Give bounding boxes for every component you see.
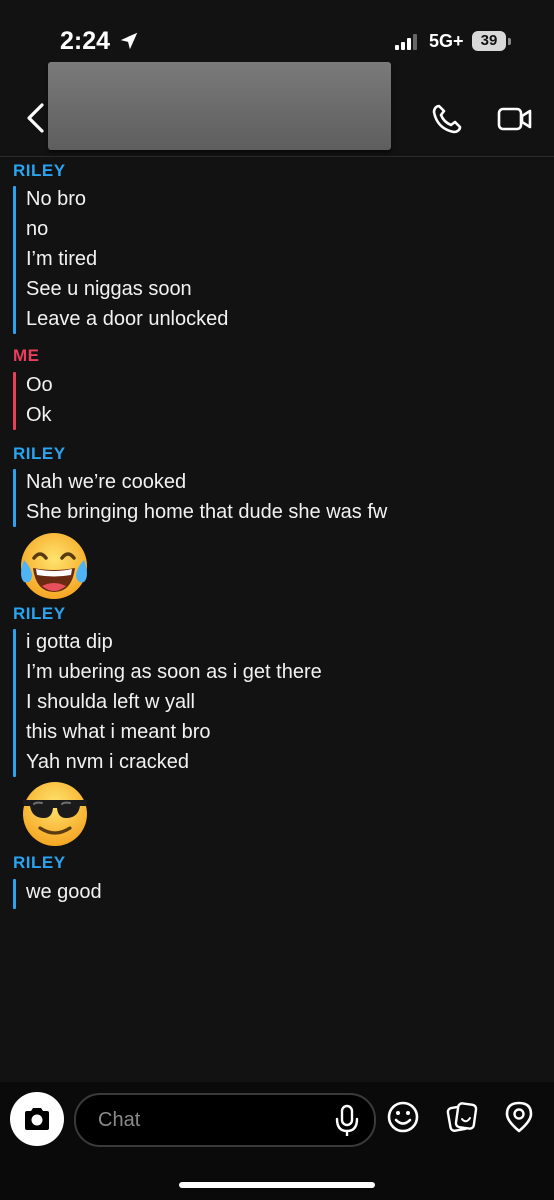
sender-name: RILEY <box>13 161 66 180</box>
camera-button[interactable] <box>10 1092 64 1146</box>
cellular-signal-icon <box>395 34 423 50</box>
chat-header <box>0 62 554 157</box>
phone-call-icon[interactable] <box>430 102 464 136</box>
sunglasses-emoji-icon[interactable] <box>18 774 92 848</box>
home-indicator[interactable] <box>179 1182 375 1188</box>
location-arrow-icon <box>120 32 138 50</box>
chat-message[interactable]: this what i meant bro <box>26 721 211 744</box>
chat-message[interactable]: No bro <box>26 188 86 211</box>
chat-message[interactable]: Leave a door unlocked <box>26 308 228 331</box>
video-camera-icon[interactable] <box>497 104 533 134</box>
redacted-contact-name <box>48 62 391 150</box>
back-chevron-icon[interactable] <box>22 102 50 134</box>
chat-message[interactable]: I’m ubering as soon as i get there <box>26 661 322 684</box>
chat-message[interactable]: Yah nvm i cracked <box>26 751 189 774</box>
chat-message[interactable]: I shoulda left w yall <box>26 691 195 714</box>
chat-message[interactable]: i gotta dip <box>26 631 113 654</box>
message-bar <box>13 879 16 909</box>
chat-message[interactable]: Oo <box>26 374 53 397</box>
chat-input-container <box>74 1093 376 1147</box>
message-bar <box>13 469 16 527</box>
tears-of-joy-emoji-icon[interactable] <box>16 528 92 604</box>
chat-message[interactable]: I’m tired <box>26 248 97 271</box>
sender-name: ME <box>13 346 40 365</box>
battery-icon: 39 <box>472 31 506 51</box>
chat-message[interactable]: Nah we’re cooked <box>26 471 186 494</box>
chat-message[interactable]: Ok <box>26 404 52 427</box>
location-pin-icon[interactable] <box>502 1100 536 1134</box>
message-bar <box>13 372 16 430</box>
sender-name: RILEY <box>13 604 66 623</box>
sender-name: RILEY <box>13 853 66 872</box>
battery-tip <box>508 38 511 45</box>
sender-name: RILEY <box>13 444 66 463</box>
microphone-icon[interactable] <box>332 1104 362 1138</box>
network-type: 5G+ <box>429 31 464 51</box>
chat-input[interactable] <box>96 1106 320 1134</box>
message-bar <box>13 629 16 777</box>
chat-message[interactable]: no <box>26 218 48 241</box>
message-bar <box>13 186 16 334</box>
camera-icon <box>25 1108 49 1130</box>
smiley-face-icon[interactable] <box>386 1100 420 1134</box>
status-time: 2:24 <box>60 27 111 55</box>
chat-composer <box>0 1082 554 1200</box>
chat-message[interactable]: we good <box>26 881 102 904</box>
chat-message[interactable]: See u niggas soon <box>26 278 192 301</box>
memories-cards-icon[interactable] <box>445 1100 479 1134</box>
chat-message[interactable]: She bringing home that dude she was fw <box>26 501 387 524</box>
